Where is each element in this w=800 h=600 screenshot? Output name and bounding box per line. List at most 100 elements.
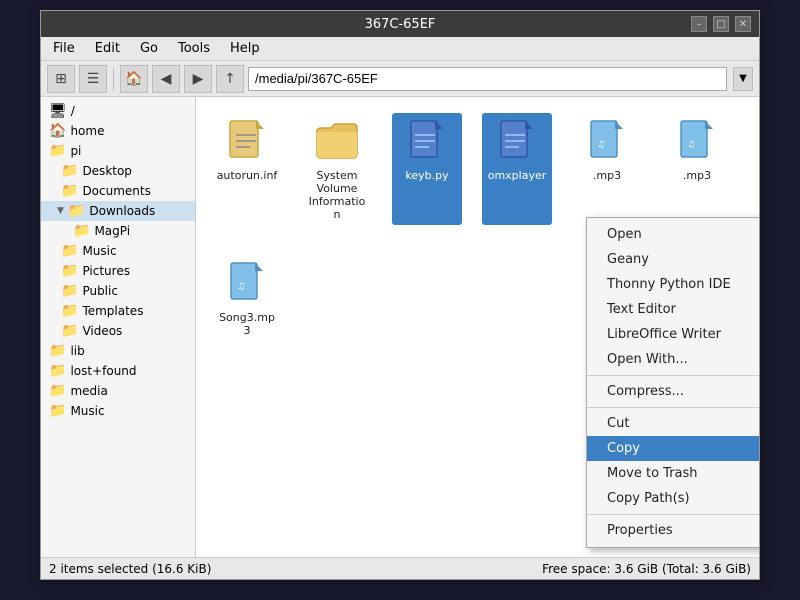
sidebar-item-musicroot[interactable]: 📁 Music bbox=[41, 401, 195, 421]
home-button[interactable]: 🏠 bbox=[120, 65, 148, 93]
downloads-arrow-icon: ▼ bbox=[57, 206, 64, 216]
ctx-cut[interactable]: Cut bbox=[587, 411, 759, 436]
file-label-autorun: autorun.inf bbox=[217, 169, 278, 182]
file-item-omxplayer[interactable]: omxplayer bbox=[482, 113, 552, 225]
address-input[interactable] bbox=[248, 67, 727, 91]
sidebar: 🖥 / 🏠 home 📁 pi 📁 Desktop 📁 Documents ▼ bbox=[41, 97, 196, 557]
back-button[interactable]: ◀ bbox=[152, 65, 180, 93]
menu-file[interactable]: File bbox=[45, 39, 83, 58]
file-label-keybpy: keyb.py bbox=[405, 169, 448, 182]
file-item-keybpy[interactable]: keyb.py bbox=[392, 113, 462, 225]
separator-1 bbox=[113, 67, 114, 91]
minimize-button[interactable]: – bbox=[691, 16, 707, 32]
templates-folder-icon: 📁 bbox=[61, 303, 78, 319]
sidebar-item-label-downloads: Downloads bbox=[89, 204, 155, 218]
ctx-openwith[interactable]: Open With... bbox=[587, 347, 759, 372]
ctx-geany[interactable]: Geany bbox=[587, 247, 759, 272]
window-title: 367C-65EF bbox=[109, 17, 691, 32]
ctx-copypath[interactable]: Copy Path(s) bbox=[587, 486, 759, 511]
sidebar-item-lostfound[interactable]: 📁 lost+found bbox=[41, 361, 195, 381]
sidebar-item-media[interactable]: 📁 media bbox=[41, 381, 195, 401]
svg-text:♫: ♫ bbox=[687, 140, 695, 150]
file-item-autorun[interactable]: autorun.inf bbox=[212, 113, 282, 225]
lib-folder-icon: 📁 bbox=[49, 343, 66, 359]
desktop-folder-icon: 📁 bbox=[61, 163, 78, 179]
sidebar-item-label-desktop: Desktop bbox=[82, 164, 132, 178]
ctx-separator-3 bbox=[587, 514, 759, 515]
sidebar-item-label-pi: pi bbox=[70, 144, 81, 158]
pictures-folder-icon: 📁 bbox=[61, 263, 78, 279]
file-item-mp3-1[interactable]: ♫ .mp3 bbox=[572, 113, 642, 225]
up-button[interactable]: ↑ bbox=[216, 65, 244, 93]
sidebar-item-root[interactable]: 🖥 / bbox=[41, 101, 195, 121]
content-area: 🖥 / 🏠 home 📁 pi 📁 Desktop 📁 Documents ▼ bbox=[41, 97, 759, 557]
file-label-omxplayer: omxplayer bbox=[488, 169, 547, 182]
magpi-folder-icon: 📁 bbox=[73, 223, 90, 239]
sidebar-item-magpi[interactable]: 📁 MagPi bbox=[41, 221, 195, 241]
downloads-folder-icon: 📁 bbox=[68, 203, 85, 219]
ctx-compress[interactable]: Compress... bbox=[587, 379, 759, 404]
public-folder-icon: 📁 bbox=[61, 283, 78, 299]
sidebar-item-label-musicroot: Music bbox=[70, 404, 104, 418]
sidebar-item-label-magpi: MagPi bbox=[94, 224, 130, 238]
maximize-button[interactable]: □ bbox=[713, 16, 729, 32]
sidebar-item-label-root: / bbox=[71, 104, 75, 118]
sidebar-item-music[interactable]: 📁 Music bbox=[41, 241, 195, 261]
sidebar-item-pi[interactable]: 📁 pi bbox=[41, 141, 195, 161]
toolbar: ⊞ ☰ 🏠 ◀ ▶ ↑ ▼ bbox=[41, 61, 759, 97]
file-item-sysvolinfo[interactable]: System Volume Information bbox=[302, 113, 372, 225]
lostfound-folder-icon: 📁 bbox=[49, 363, 66, 379]
musicroot-folder-icon: 📁 bbox=[49, 403, 66, 419]
file-item-song3[interactable]: ♫ Song3.mp3 bbox=[212, 255, 282, 341]
view-icon-grid[interactable]: ⊞ bbox=[47, 65, 75, 93]
sidebar-item-label-templates: Templates bbox=[82, 304, 143, 318]
sidebar-item-documents[interactable]: 📁 Documents bbox=[41, 181, 195, 201]
ctx-texteditor[interactable]: Text Editor bbox=[587, 297, 759, 322]
sidebar-item-downloads[interactable]: ▼ 📁 Downloads bbox=[41, 201, 195, 221]
file-label-mp3-2: .mp3 bbox=[683, 169, 711, 182]
ctx-copy[interactable]: Copy bbox=[587, 436, 759, 461]
view-icon-list[interactable]: ☰ bbox=[79, 65, 107, 93]
sidebar-item-label-public: Public bbox=[82, 284, 118, 298]
root-icon: 🖥 bbox=[49, 103, 67, 119]
sidebar-item-public[interactable]: 📁 Public bbox=[41, 281, 195, 301]
forward-button[interactable]: ▶ bbox=[184, 65, 212, 93]
menu-tools[interactable]: Tools bbox=[170, 39, 218, 58]
close-button[interactable]: ✕ bbox=[735, 16, 751, 32]
sidebar-item-videos[interactable]: 📁 Videos bbox=[41, 321, 195, 341]
ctx-properties[interactable]: Properties bbox=[587, 518, 759, 543]
sidebar-item-label-music: Music bbox=[82, 244, 116, 258]
file-icon-mp3-2: ♫ bbox=[673, 117, 721, 165]
menubar: File Edit Go Tools Help bbox=[41, 37, 759, 61]
file-manager-window: 367C-65EF – □ ✕ File Edit Go Tools Help … bbox=[40, 10, 760, 580]
videos-folder-icon: 📁 bbox=[61, 323, 78, 339]
ctx-libreoffice[interactable]: LibreOffice Writer bbox=[587, 322, 759, 347]
sidebar-item-templates[interactable]: 📁 Templates bbox=[41, 301, 195, 321]
home-icon: 🏠 bbox=[49, 123, 66, 139]
status-freespace: Free space: 3.6 GiB (Total: 3.6 GiB) bbox=[542, 562, 751, 576]
sidebar-item-lib[interactable]: 📁 lib bbox=[41, 341, 195, 361]
sidebar-item-label-pictures: Pictures bbox=[82, 264, 130, 278]
addressbar: ▼ bbox=[248, 67, 753, 91]
sidebar-item-label-home: home bbox=[70, 124, 104, 138]
sidebar-item-home[interactable]: 🏠 home bbox=[41, 121, 195, 141]
window-controls: – □ ✕ bbox=[691, 16, 751, 32]
sidebar-item-pictures[interactable]: 📁 Pictures bbox=[41, 261, 195, 281]
file-icon-song3: ♫ bbox=[223, 259, 271, 307]
menu-edit[interactable]: Edit bbox=[87, 39, 128, 58]
address-dropdown-button[interactable]: ▼ bbox=[733, 67, 753, 91]
file-item-mp3-2[interactable]: ♫ .mp3 bbox=[662, 113, 732, 225]
sidebar-item-desktop[interactable]: 📁 Desktop bbox=[41, 161, 195, 181]
ctx-open[interactable]: Open bbox=[587, 222, 759, 247]
file-icon-omxplayer bbox=[493, 117, 541, 165]
menu-go[interactable]: Go bbox=[132, 39, 166, 58]
file-area: autorun.inf System Volume Information bbox=[196, 97, 759, 557]
ctx-movetrash[interactable]: Move to Trash bbox=[587, 461, 759, 486]
sidebar-item-label-lib: lib bbox=[70, 344, 84, 358]
file-icon-keybpy bbox=[403, 117, 451, 165]
file-label-mp3-1: .mp3 bbox=[593, 169, 621, 182]
ctx-thonny[interactable]: Thonny Python IDE bbox=[587, 272, 759, 297]
menu-help[interactable]: Help bbox=[222, 39, 268, 58]
file-icon-sysvolinfo bbox=[313, 117, 361, 165]
sidebar-item-label-documents: Documents bbox=[82, 184, 150, 198]
